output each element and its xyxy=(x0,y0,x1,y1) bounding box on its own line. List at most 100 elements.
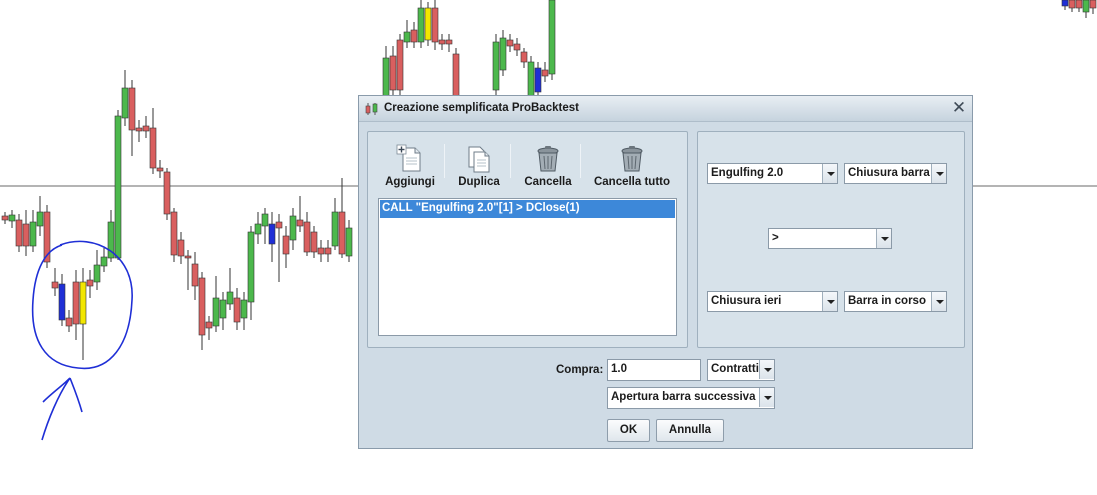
candle-body xyxy=(275,221,283,229)
candle-body xyxy=(191,263,199,287)
candle-body xyxy=(438,39,446,45)
right-indicator-select[interactable]: Chiusura ieri xyxy=(707,291,838,312)
candle-body xyxy=(417,7,425,43)
toolbar-separator xyxy=(580,144,581,178)
candle-body xyxy=(382,57,390,101)
candle-body xyxy=(8,214,16,222)
right-field-value: Barra in corso xyxy=(848,295,926,307)
condition-editor-panel: Engulfing 2.0 Chiusura barra > Chiusura … xyxy=(697,131,965,348)
candle-body xyxy=(506,39,514,47)
candle-body xyxy=(324,247,332,255)
ok-button[interactable]: OK xyxy=(607,419,650,442)
candle-body xyxy=(156,167,164,172)
add-button[interactable]: Aggiungi xyxy=(378,140,442,194)
candle-body xyxy=(534,67,542,93)
left-field-select[interactable]: Chiusura barra xyxy=(844,163,947,184)
candle-body xyxy=(58,283,66,321)
candle-body xyxy=(128,87,136,131)
execution-select[interactable]: Apertura barra successiva xyxy=(607,387,775,409)
candle-body xyxy=(177,239,185,257)
candle-body xyxy=(163,171,171,215)
candle-body xyxy=(184,255,192,259)
candle-body xyxy=(345,227,353,257)
candle-body xyxy=(492,41,500,91)
candle-body xyxy=(29,221,37,247)
candle-body xyxy=(121,87,129,119)
candle-body xyxy=(1075,0,1083,9)
dialog-titlebar: Creazione semplificata ProBacktest ✕ xyxy=(359,96,972,122)
candle-body xyxy=(1082,0,1090,13)
trash-icon xyxy=(537,146,559,172)
operator-value: > xyxy=(772,232,779,244)
operator-select[interactable]: > xyxy=(768,228,892,249)
candle-body xyxy=(93,264,101,283)
candle-body xyxy=(240,299,248,319)
unit-value: Contratti xyxy=(711,363,759,375)
probacktest-icon xyxy=(365,103,378,115)
probacktest-dialog: Creazione semplificata ProBacktest ✕ Agg… xyxy=(358,95,973,449)
candle-body xyxy=(261,213,269,227)
trash-all-icon xyxy=(621,146,643,172)
candle-body xyxy=(1089,0,1097,9)
candle-body xyxy=(142,125,150,132)
candle-body xyxy=(338,211,346,255)
candle-body xyxy=(86,279,94,287)
dialog-title: Creazione semplificata ProBacktest xyxy=(384,102,579,114)
chevron-down-icon xyxy=(931,164,946,183)
candle-body xyxy=(15,219,23,247)
delete-button-label: Cancella xyxy=(524,176,572,188)
cancel-button[interactable]: Annulla xyxy=(656,419,724,442)
candle-body xyxy=(226,291,234,305)
add-document-icon xyxy=(396,144,421,172)
candle-body xyxy=(303,221,311,253)
add-button-label: Aggiungi xyxy=(385,176,435,188)
candle-body xyxy=(424,7,432,41)
toolbar-separator xyxy=(510,144,511,178)
duplicate-button[interactable]: Duplica xyxy=(450,140,508,194)
candle-body xyxy=(79,281,87,325)
conditions-list[interactable]: CALL "Engulfing 2.0"[1] > DClose(1) xyxy=(378,198,677,336)
annotation-arrow xyxy=(41,377,83,441)
right-indicator-value: Chiusura ieri xyxy=(711,295,782,307)
delete-all-button[interactable]: Cancella tutto xyxy=(590,140,674,194)
candle-body xyxy=(233,297,241,323)
candle-body xyxy=(282,235,290,255)
delete-button[interactable]: Cancella xyxy=(516,140,580,194)
candle-body xyxy=(431,7,439,43)
execution-value: Apertura barra successiva xyxy=(611,391,756,403)
candle-body xyxy=(205,321,213,329)
chevron-down-icon xyxy=(822,164,837,183)
candle-body xyxy=(135,127,143,132)
candle-body xyxy=(1,215,9,221)
duplicate-documents-icon xyxy=(468,146,490,173)
left-indicator-value: Engulfing 2.0 xyxy=(711,167,784,179)
candle-body xyxy=(317,247,325,255)
candle-body xyxy=(548,0,556,75)
chevron-down-icon xyxy=(822,292,837,311)
right-field-select[interactable]: Barra in corso xyxy=(844,291,947,312)
candle-body xyxy=(396,39,404,91)
candle-body xyxy=(403,31,411,43)
quantity-input[interactable]: 1.0 xyxy=(607,359,701,381)
candle-body xyxy=(296,219,304,227)
duplicate-button-label: Duplica xyxy=(458,176,500,188)
candle-body xyxy=(170,211,178,256)
close-icon[interactable]: ✕ xyxy=(950,99,968,117)
candle-body xyxy=(289,215,297,241)
toolbar-separator xyxy=(444,144,445,178)
candle-body xyxy=(268,223,276,245)
chevron-down-icon xyxy=(876,229,891,248)
candle-body xyxy=(331,211,339,247)
candle-body xyxy=(219,299,227,319)
unit-select[interactable]: Contratti xyxy=(707,359,775,381)
candle-body xyxy=(247,231,255,303)
delete-all-button-label: Cancella tutto xyxy=(593,176,671,188)
candle-body xyxy=(36,211,44,227)
hand-drawn-annotation xyxy=(31,240,133,441)
left-indicator-select[interactable]: Engulfing 2.0 xyxy=(707,163,838,184)
list-item[interactable]: CALL "Engulfing 2.0"[1] > DClose(1) xyxy=(380,200,675,218)
candle-body xyxy=(149,127,157,169)
left-field-value: Chiusura barra xyxy=(848,167,930,179)
candle-body xyxy=(51,281,59,289)
chevron-down-icon xyxy=(759,388,774,407)
